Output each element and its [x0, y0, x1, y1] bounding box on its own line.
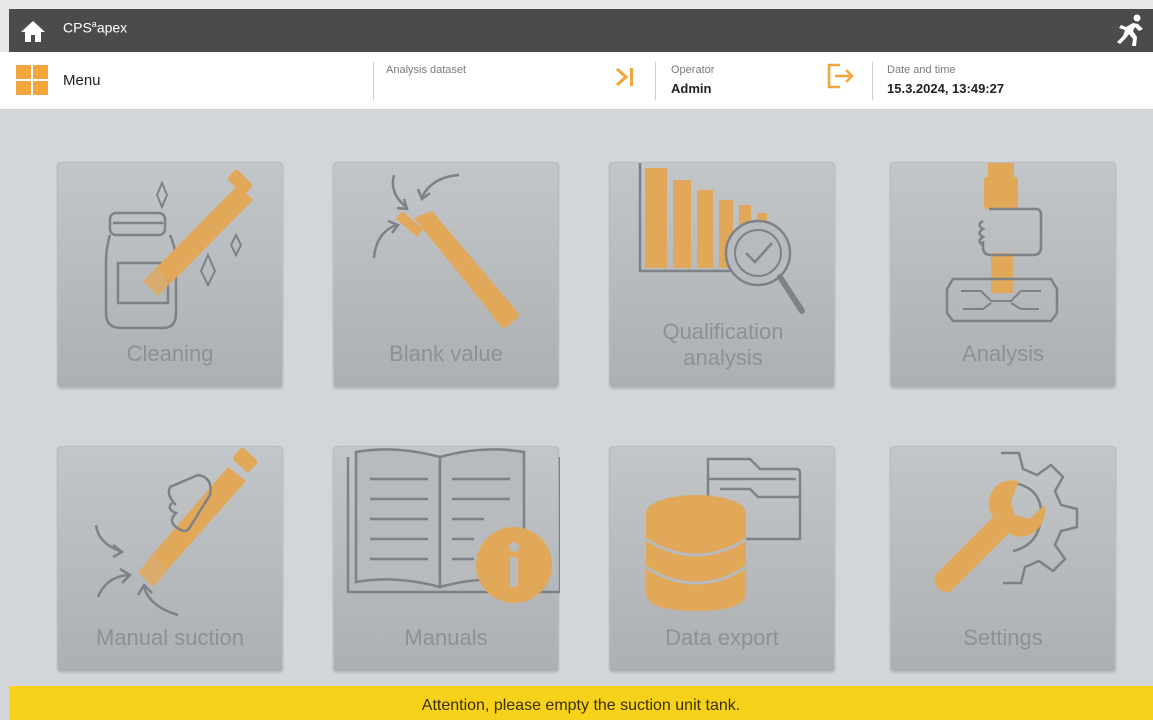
tile-label: Qualification analysis — [662, 319, 784, 370]
status-toolbar: Menu Analysis dataset Operator Admin Dat… — [0, 52, 1153, 110]
title-bar: CPSaapex — [0, 0, 1153, 52]
tile-settings[interactable]: Settings — [890, 446, 1116, 672]
app-title: CPSaapex — [63, 19, 128, 36]
tile-qualification-analysis[interactable]: Qualification analysis — [609, 162, 835, 388]
skip-to-end-icon[interactable] — [614, 66, 636, 88]
home-icon[interactable] — [20, 19, 46, 43]
warning-banner: Attention, please empty the suction unit… — [9, 686, 1153, 720]
divider — [655, 62, 656, 100]
tile-data-export[interactable]: Data export — [609, 446, 835, 672]
tile-manuals[interactable]: Manuals — [333, 446, 560, 672]
tile-label: Manual suction — [96, 625, 244, 650]
tile-label: Settings — [963, 625, 1043, 650]
datetime-value: 15.3.2024, 13:49:27 — [887, 81, 1005, 96]
operator-value: Admin — [671, 81, 712, 96]
tile-analysis[interactable]: Analysis — [890, 162, 1116, 388]
divider — [872, 62, 873, 100]
tile-blank-value[interactable]: Blank value — [333, 162, 559, 388]
tile-label: Blank value — [389, 341, 503, 366]
tile-manual-suction[interactable]: Manual suction — [57, 446, 283, 672]
menu-label[interactable]: Menu — [63, 72, 101, 89]
title-bar-background — [9, 9, 1153, 52]
divider — [373, 62, 374, 100]
operator-label: Operator — [671, 64, 715, 76]
menu-grid-icon[interactable] — [16, 65, 48, 95]
datetime-label: Date and time — [887, 64, 956, 76]
logout-icon[interactable] — [826, 61, 856, 91]
tile-cleaning[interactable]: Cleaning — [57, 162, 283, 388]
tile-label: Data export — [665, 625, 779, 650]
tile-label: Cleaning — [126, 341, 214, 366]
running-person-icon[interactable] — [1111, 13, 1145, 47]
analysis-dataset-label: Analysis dataset — [386, 64, 467, 76]
tile-label: Analysis — [962, 341, 1044, 366]
tile-label: Manuals — [404, 625, 488, 650]
